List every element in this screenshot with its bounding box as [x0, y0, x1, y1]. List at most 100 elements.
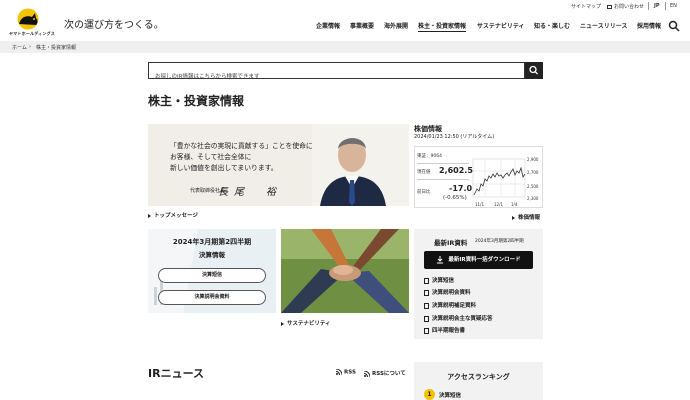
message-line: 新しい価値を創出してまいります。	[170, 164, 278, 172]
sustainability-card[interactable]	[281, 229, 409, 313]
bulk-download-button[interactable]: 最新IR資料一括ダウンロード	[424, 251, 533, 269]
search-button[interactable]	[525, 62, 543, 79]
current-price: 2,602.5	[439, 166, 473, 175]
search-icon	[529, 65, 538, 75]
chart-x-tick: 1/4	[511, 202, 518, 207]
results-period: 2024年3月期第2四半期	[172, 238, 252, 246]
ranking-item[interactable]: 決算短信	[439, 391, 461, 399]
nav-corporate[interactable]: 企業情報	[316, 21, 340, 30]
sustainability-link[interactable]: サステナビリティ	[281, 319, 331, 327]
nav-sustainability[interactable]: サステナビリティ	[477, 21, 525, 30]
chart-y-tick: 2,700	[527, 170, 539, 175]
chart-y-tick: 2,900	[527, 157, 539, 162]
stock-info-label: 株価情報	[518, 215, 541, 221]
triangle-right-icon	[281, 321, 284, 326]
ir-news-title: IRニュース	[148, 367, 205, 380]
divider	[417, 179, 469, 180]
lang-jp-link[interactable]: JP	[654, 3, 660, 9]
triangle-right-icon	[148, 213, 151, 218]
nav-investors[interactable]: 株主・投資家情報	[418, 21, 467, 32]
document-icon	[424, 327, 429, 334]
chevron-right-icon: ›	[29, 44, 31, 50]
ir-doc-label: 四半期報告書	[432, 328, 466, 334]
top-message-banner[interactable]: 「豊かな社会の実現に貢献する」ことを使命に、 お客様、そして社会全体に 新しい価…	[148, 124, 409, 206]
chart-x-tick: 12/1	[494, 202, 503, 207]
logo-text: ヤマトホールディングス	[9, 31, 55, 36]
top-message-label: トップメッセージ	[154, 213, 198, 219]
ir-doc-label: 決算短信	[432, 278, 455, 284]
search-icon[interactable]	[668, 20, 680, 32]
kessan-tanshin-button[interactable]: 決算短信	[158, 268, 266, 283]
nav-discover[interactable]: 知る・楽しむ	[534, 21, 570, 30]
contact-label: お問い合わせ	[614, 4, 645, 10]
breadcrumb-home[interactable]: ホーム	[12, 44, 27, 51]
top-message-link[interactable]: トップメッセージ	[148, 211, 198, 219]
sustainability-label: サステナビリティ	[287, 321, 331, 327]
price-label: 現在値	[417, 170, 431, 175]
ranking-title: アクセスランキング	[447, 373, 510, 381]
ir-doc-label: 決算説明補足資料	[432, 303, 477, 309]
results-briefing-button[interactable]: 決算説明会資料	[158, 290, 266, 305]
rss-icon	[363, 370, 371, 377]
ceo-portrait	[312, 124, 409, 206]
results-card: 2024年3月期第2四半期 決算情報 決算短信 決算説明会資料	[148, 229, 276, 313]
cat-logo-icon[interactable]	[13, 8, 43, 30]
rss-link[interactable]: RSS	[335, 368, 356, 376]
stock-info-link[interactable]: 株価情報	[512, 213, 540, 221]
ir-doc-label: 決算説明会資料	[432, 290, 471, 296]
stock-timestamp: 2024/01/23 12:50 (リアルタイム)	[414, 134, 495, 140]
chart-y-tick: 2,300	[527, 196, 539, 201]
nav-news-release[interactable]: ニュースリリース	[580, 21, 627, 30]
ir-doc-label: 決算説明会主な質疑応答	[432, 316, 493, 322]
nav-careers[interactable]: 採用情報	[637, 21, 661, 30]
ir-doc-link[interactable]: 決算説明会主な質疑応答	[424, 314, 493, 322]
divider	[417, 163, 469, 164]
triangle-right-icon	[512, 215, 515, 220]
message-line: 「豊かな社会の実現に貢献する」ことを使命に、	[170, 142, 320, 150]
teamwork-hands-photo	[281, 229, 409, 313]
ir-search-input[interactable]	[149, 69, 524, 85]
rss-about-label: RSSについて	[372, 371, 406, 377]
document-icon	[424, 302, 429, 309]
ir-doc-link[interactable]: 決算短信	[424, 276, 454, 284]
stock-widget[interactable]: 東証：9064 現在値 2,602.5 前日比 -17.0 (-0.65%) 2…	[414, 146, 543, 208]
access-ranking-panel: アクセスランキング 1 決算短信	[414, 362, 543, 400]
breadcrumb	[0, 41, 690, 53]
document-icon	[424, 315, 429, 322]
ir-documents-panel: 最新IR資料 2024年3月期第2四半期 最新IR資料一括ダウンロード 決算短信…	[414, 229, 543, 339]
ceo-signature: 長尾 裕	[218, 187, 282, 198]
contact-link[interactable]: お問い合わせ	[607, 3, 644, 10]
rss-label: RSS	[344, 369, 356, 376]
divider	[648, 2, 649, 10]
lang-en-link[interactable]: EN	[670, 3, 677, 9]
chart-x-tick: 11/1	[475, 202, 484, 207]
rank-badge: 1	[424, 389, 435, 400]
bulk-download-label: 最新IR資料一括ダウンロード	[448, 257, 521, 263]
ir-doc-link[interactable]: 四半期報告書	[424, 326, 465, 334]
ir-docs-title: 最新IR資料	[434, 239, 468, 247]
page-title: 株主・投資家情報	[148, 94, 245, 108]
stock-code: 東証：9064	[417, 154, 442, 159]
rss-about-link[interactable]: RSSについて	[363, 369, 406, 377]
nav-business[interactable]: 事業概要	[350, 21, 374, 30]
ir-doc-link[interactable]: 決算説明補足資料	[424, 301, 476, 309]
mail-icon	[607, 4, 612, 9]
page: ヤマトホールディングス 次の運び方をつくる。 サイトマップ お問い合わせ JP …	[0, 0, 690, 400]
nav-global[interactable]: 海外展開	[384, 21, 408, 30]
breadcrumb-current: 株主・投資家情報	[36, 45, 77, 51]
message-line: お客様、そして社会全体に	[170, 153, 252, 161]
document-icon	[424, 289, 429, 296]
rss-icon	[335, 368, 343, 376]
tagline: 次の運び方をつくる。	[64, 20, 164, 31]
download-icon	[437, 255, 444, 263]
price-change-pct: (-0.65%)	[443, 195, 467, 201]
change-label: 前日比	[417, 190, 431, 195]
document-icon	[424, 277, 429, 284]
ir-search-field	[148, 62, 525, 85]
chart-y-tick: 2,500	[527, 184, 539, 189]
ir-docs-period: 2024年3月期第2四半期	[475, 239, 524, 244]
ir-doc-link[interactable]: 決算説明会資料	[424, 288, 471, 296]
sitemap-link[interactable]: サイトマップ	[571, 3, 601, 10]
price-change: -17.0	[449, 184, 473, 193]
site-header: ヤマトホールディングス 次の運び方をつくる。 サイトマップ お問い合わせ JP …	[0, 0, 690, 41]
